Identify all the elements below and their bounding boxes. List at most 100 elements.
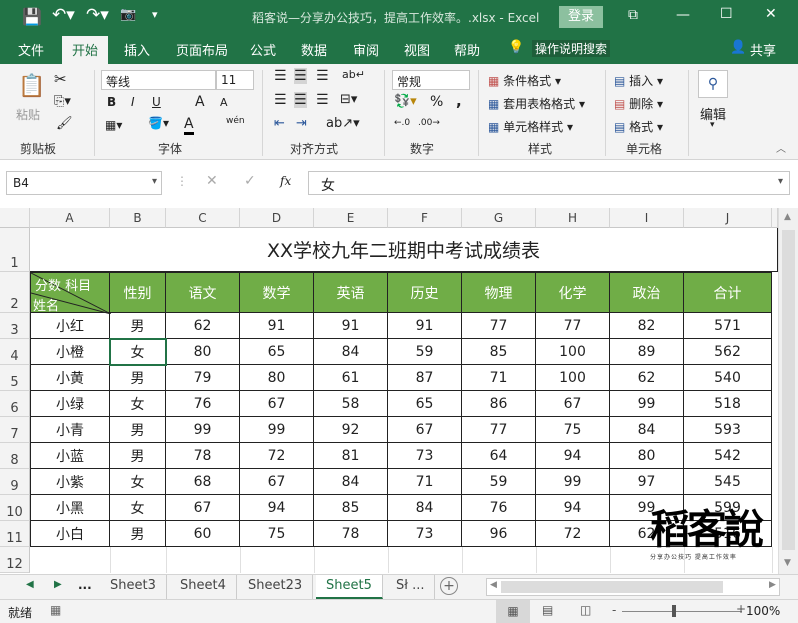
data-cell[interactable]: 73 [388, 521, 462, 547]
data-cell[interactable]: 78 [314, 521, 388, 547]
data-cell[interactable]: 84 [314, 339, 388, 365]
header-cell[interactable]: 政治 [610, 272, 684, 313]
zoom-out-button[interactable]: - [612, 603, 616, 617]
column-header[interactable]: H [536, 208, 610, 228]
data-cell[interactable]: 71 [388, 469, 462, 495]
format-cells-button[interactable]: ▤ 格式 ▾ [614, 118, 663, 135]
tab-home[interactable]: 开始 [62, 36, 109, 64]
sheet-tab[interactable]: Sheet5 [316, 575, 383, 599]
data-cell[interactable]: 72 [240, 443, 314, 469]
data-cell[interactable]: 80 [240, 365, 314, 391]
tab-view[interactable]: 视图 [404, 40, 430, 59]
column-header[interactable]: C [166, 208, 240, 228]
tab-data[interactable]: 数据 [301, 40, 327, 59]
data-cell[interactable]: 77 [462, 313, 536, 339]
align-top-icon[interactable]: ☰ [274, 68, 287, 84]
row-header[interactable]: 3 [0, 313, 30, 339]
data-cell[interactable]: 75 [240, 521, 314, 547]
prev-sheet-icon[interactable]: ◀ [26, 579, 34, 590]
zoom-slider[interactable] [622, 611, 742, 612]
tab-formulas[interactable]: 公式 [250, 40, 276, 59]
page-break-view-icon[interactable]: ◫ [580, 603, 591, 617]
align-center-icon[interactable]: ☰ [294, 92, 307, 108]
minimize-button[interactable]: — [676, 7, 690, 23]
ribbon-display-button[interactable]: ⧉ [628, 7, 638, 23]
share-button[interactable]: 共享 [750, 40, 776, 59]
data-cell[interactable]: 77 [462, 417, 536, 443]
search-icon[interactable]: ⚲ [698, 70, 728, 98]
insert-cells-button[interactable]: ▤ 插入 ▾ [614, 72, 663, 89]
header-cell[interactable]: 物理 [462, 272, 536, 313]
save-icon[interactable]: 💾 [22, 7, 42, 26]
data-cell[interactable]: 89 [610, 339, 684, 365]
column-header[interactable]: J [684, 208, 772, 228]
name-box[interactable]: B4 [6, 171, 162, 195]
data-cell[interactable]: 91 [314, 313, 388, 339]
name-cell[interactable]: 小黑 [30, 495, 110, 521]
align-bottom-icon[interactable]: ☰ [316, 68, 329, 84]
data-cell[interactable]: 67 [240, 391, 314, 417]
scroll-left-icon[interactable]: ◀ [490, 580, 497, 590]
data-cell[interactable]: 86 [462, 391, 536, 417]
data-cell[interactable]: 62 [166, 313, 240, 339]
data-cell[interactable]: 100 [536, 339, 610, 365]
collapse-ribbon-icon[interactable]: ︿ [776, 140, 786, 155]
tab-page-layout[interactable]: 页面布局 [176, 40, 228, 59]
data-cell[interactable]: 女 [110, 495, 166, 521]
data-cell[interactable]: 542 [684, 443, 772, 469]
macro-record-icon[interactable]: ▦ [50, 603, 61, 617]
format-painter-icon[interactable]: 🖌 [56, 116, 73, 131]
data-cell[interactable]: 60 [166, 521, 240, 547]
name-cell[interactable]: 小蓝 [30, 443, 110, 469]
font-color-button[interactable]: A [184, 116, 194, 135]
shrink-font-button[interactable]: A [220, 96, 228, 109]
data-cell[interactable]: 女 [110, 391, 166, 417]
row-header[interactable]: 6 [0, 391, 30, 417]
data-cell[interactable]: 76 [462, 495, 536, 521]
data-cell[interactable]: 99 [166, 417, 240, 443]
number-format-select[interactable]: 常规 [392, 70, 470, 90]
data-cell[interactable]: 80 [166, 339, 240, 365]
next-sheet-icon[interactable]: ▶ [54, 579, 62, 590]
row-header[interactable]: 2 [0, 272, 30, 313]
row-header[interactable]: 10 [0, 495, 30, 521]
data-cell[interactable]: 59 [388, 339, 462, 365]
zoom-level[interactable]: 100% [746, 604, 780, 618]
data-cell[interactable]: 84 [314, 469, 388, 495]
data-cell[interactable]: 97 [610, 469, 684, 495]
data-cell[interactable]: 78 [166, 443, 240, 469]
data-cell[interactable]: 72 [536, 521, 610, 547]
editing-dropdown-icon[interactable]: ▾ [710, 120, 715, 130]
data-cell[interactable]: 67 [388, 417, 462, 443]
name-cell[interactable]: 小红 [30, 313, 110, 339]
data-cell[interactable]: 男 [110, 313, 166, 339]
comma-button[interactable]: , [456, 92, 462, 110]
corner-header-cell[interactable]: 分数 科目 姓名 [30, 272, 111, 314]
name-cell[interactable]: 小绿 [30, 391, 110, 417]
table-title[interactable]: XX学校九年二班期中考试成绩表 [30, 228, 778, 272]
data-cell[interactable]: 67 [536, 391, 610, 417]
row-header[interactable]: 1 [0, 228, 30, 272]
data-cell[interactable]: 96 [462, 521, 536, 547]
data-cell[interactable]: 73 [388, 443, 462, 469]
font-size-select[interactable]: 11 [216, 70, 254, 90]
underline-button[interactable]: U [152, 95, 161, 109]
header-cell[interactable]: 合计 [684, 272, 772, 313]
zoom-in-button[interactable]: + [736, 602, 746, 616]
row-header[interactable]: 5 [0, 365, 30, 391]
sheet-tab[interactable]: Sheet3 [100, 575, 167, 599]
data-cell[interactable]: 91 [388, 313, 462, 339]
row-header[interactable]: 12 [0, 547, 30, 573]
data-cell[interactable]: 62 [610, 365, 684, 391]
zoom-slider-thumb[interactable] [672, 605, 676, 617]
data-cell[interactable]: 91 [240, 313, 314, 339]
header-cell[interactable]: 化学 [536, 272, 610, 313]
copy-icon[interactable]: ⎘▾ [54, 94, 71, 109]
data-cell[interactable]: 男 [110, 365, 166, 391]
data-cell[interactable]: 99 [610, 391, 684, 417]
cancel-icon[interactable]: ✕ [206, 173, 218, 189]
sheet-tab[interactable]: Sheet23 [238, 575, 314, 599]
enter-icon[interactable]: ✓ [244, 173, 256, 189]
column-header[interactable]: E [314, 208, 388, 228]
data-cell[interactable]: 571 [684, 313, 772, 339]
